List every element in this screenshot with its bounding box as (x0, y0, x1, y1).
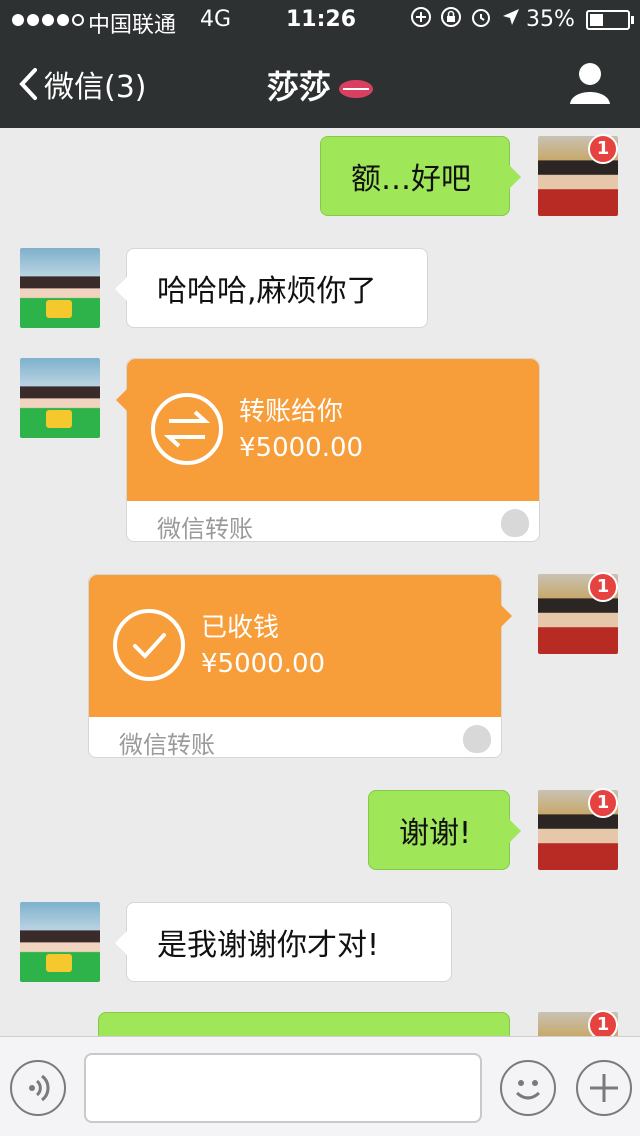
transfer-footer-label: 微信转账 (157, 515, 253, 543)
message-text: 谢谢! (399, 816, 472, 851)
message-bubble-sent[interactable]: 谢谢! (368, 790, 521, 870)
transfer-card-body: 已收钱 ¥5000.00 (89, 575, 501, 717)
transfer-title: 已收钱 (201, 613, 280, 643)
transfer-arrows-icon (151, 393, 223, 465)
message-text: 额…好吧 (351, 162, 471, 197)
transfer-card-footer: 微信转账 (89, 717, 501, 759)
unread-badge: 1 (588, 134, 618, 164)
unread-badge: 1 (588, 1010, 618, 1036)
status-bar: 中国联通 4G 11:26 35% (0, 0, 640, 40)
battery-percentage: 35% (526, 7, 575, 32)
network-type: 4G (200, 7, 232, 32)
transfer-card-footer: 微信转账 (127, 501, 539, 543)
message-input[interactable] (84, 1053, 482, 1123)
nav-bar: 微信(3) 莎莎 (0, 40, 640, 128)
message-bubble-received[interactable]: 是我谢谢你才对! (115, 902, 452, 982)
message-bubble-received[interactable]: 哈哈哈,麻烦你了 (115, 248, 428, 328)
wechat-pay-icon (463, 725, 491, 753)
location-arrow-icon (503, 9, 519, 25)
voice-icon (29, 1074, 50, 1102)
avatar-contact[interactable] (20, 902, 100, 982)
chat-title: 莎莎 (0, 62, 640, 108)
transfer-footer-label: 微信转账 (119, 731, 215, 759)
checkmark-icon (113, 609, 185, 681)
message-bubble-sent[interactable] (98, 1012, 510, 1036)
top-bar: 中国联通 4G 11:26 35% 微信(3) 莎莎 (0, 0, 640, 128)
status-icons (410, 6, 522, 28)
plus-icon (590, 1074, 618, 1102)
transfer-amount: ¥5000.00 (201, 649, 326, 679)
message-bubble-sent[interactable]: 额…好吧 (320, 136, 521, 216)
transfer-card-body: 转账给你 ¥5000.00 (127, 359, 539, 501)
contact-name: 莎莎 (266, 68, 331, 106)
input-bar (0, 1036, 640, 1136)
lips-icon (339, 80, 373, 98)
clock-time: 11:26 (286, 7, 357, 32)
wechat-pay-icon (501, 509, 529, 537)
lock-icon (441, 7, 461, 27)
plus-button[interactable] (576, 1060, 632, 1116)
lock-rotation-icon (411, 7, 431, 27)
avatar-contact[interactable] (20, 248, 100, 328)
emoji-button[interactable] (500, 1060, 556, 1116)
avatar-contact[interactable] (20, 358, 100, 438)
profile-button[interactable] (568, 60, 612, 106)
unread-badge: 1 (588, 788, 618, 818)
battery-icon (586, 10, 634, 30)
transfer-card-sent[interactable]: 已收钱 ¥5000.00 微信转账 (88, 574, 512, 759)
message-text: 是我谢谢你才对! (157, 928, 380, 963)
transfer-amount: ¥5000.00 (239, 433, 364, 463)
message-text: 哈哈哈,麻烦你了 (157, 274, 377, 309)
transfer-title: 转账给你 (239, 397, 344, 427)
carrier-name: 中国联通 (88, 13, 177, 38)
emoji-icon (515, 1080, 541, 1100)
person-icon (570, 63, 610, 104)
chat-area[interactable]: 额…好吧 1 哈哈哈,麻烦你了 转账给你 ¥5000.00 微信转账 已收钱 ¥… (0, 128, 640, 1036)
voice-button[interactable] (10, 1060, 66, 1116)
signal-strength-icon (12, 14, 84, 26)
unread-badge: 1 (588, 572, 618, 602)
transfer-card-received[interactable]: 转账给你 ¥5000.00 微信转账 (116, 358, 540, 543)
alarm-icon (472, 9, 490, 27)
